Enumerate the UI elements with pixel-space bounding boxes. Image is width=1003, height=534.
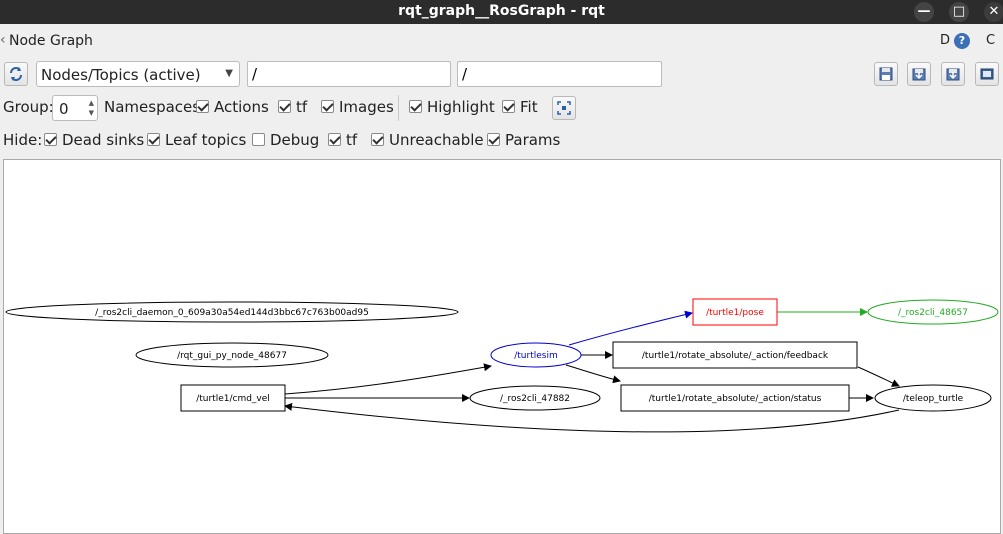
graph-node-label: /_ros2cli_48657 xyxy=(898,308,968,318)
params-checkbox[interactable] xyxy=(487,133,500,146)
graph-node-label: /_ros2cli_47882 xyxy=(500,394,570,404)
save-svg-button[interactable] xyxy=(941,62,965,86)
graph-mode-value: Nodes/Topics (active) xyxy=(41,66,201,84)
graph-node-rqtgui[interactable]: /rqt_gui_py_node_48677 xyxy=(135,342,329,368)
group-spinbox[interactable]: 0 ▲ ▼ xyxy=(52,95,98,121)
graph-node-label: /_ros2cli_daemon_0_609a30a54ed144d3bbc67… xyxy=(95,308,369,318)
help-icon[interactable]: ? xyxy=(954,33,970,49)
actions-label: Actions xyxy=(214,98,269,116)
graph-node-label: /turtle1/pose xyxy=(706,308,764,318)
graph-node-cmdvel[interactable]: /turtle1/cmd_vel xyxy=(180,384,286,412)
fit-label: Fit xyxy=(520,98,538,116)
d-button[interactable]: D xyxy=(940,33,950,48)
fit-checkbox[interactable] xyxy=(502,100,515,113)
graph-node-label: /turtlesim xyxy=(514,351,558,361)
params-label: Params xyxy=(505,131,561,149)
graph-node-pose[interactable]: /turtle1/pose xyxy=(692,298,778,326)
graph-node-daemon[interactable]: /_ros2cli_daemon_0_609a30a54ed144d3bbc67… xyxy=(5,301,459,323)
image-icon xyxy=(980,68,994,80)
plugin-title: Node Graph xyxy=(9,33,93,49)
fit-in-view-button[interactable] xyxy=(552,96,576,120)
save-svg-icon xyxy=(946,68,960,81)
refresh-button[interactable] xyxy=(4,62,28,86)
graph-node-label: /turtle1/rotate_absolute/_action/status xyxy=(649,394,822,404)
save-dot-icon xyxy=(912,68,926,81)
hide-tf-label: tf xyxy=(346,131,358,149)
images-checkbox[interactable] xyxy=(321,100,334,113)
graph-node-ros2cli48657[interactable]: /_ros2cli_48657 xyxy=(867,299,999,325)
leaf-topics-label: Leaf topics xyxy=(165,131,247,149)
group-value: 0 xyxy=(59,100,69,118)
save-dot-button[interactable] xyxy=(907,62,931,86)
chevron-left-icon[interactable]: ‹ xyxy=(0,32,6,48)
debug-checkbox[interactable] xyxy=(252,133,265,146)
graph-node-feedback[interactable]: /turtle1/rotate_absolute/_action/feedbac… xyxy=(612,341,858,369)
unreachable-label: Unreachable xyxy=(389,131,484,149)
separator xyxy=(398,95,399,121)
spin-down-icon[interactable]: ▼ xyxy=(89,109,94,117)
unreachable-checkbox[interactable] xyxy=(371,133,384,146)
save-image-button[interactable] xyxy=(975,62,999,86)
hide-tf-checkbox[interactable] xyxy=(328,133,341,146)
load-dot-button[interactable] xyxy=(874,62,898,86)
edge-turtlesim-to-pose xyxy=(568,310,693,346)
hide-row: Hide: Dead sinks Leaf topics Debug tf Un… xyxy=(0,129,1003,153)
graph-node-label: /teleop_turtle xyxy=(903,394,964,404)
edge-feedback-to-teleop xyxy=(857,366,900,387)
graph-node-ros2cli47882[interactable]: /_ros2cli_47882 xyxy=(469,385,601,411)
debug-label: Debug xyxy=(270,131,320,149)
highlight-label: Highlight xyxy=(427,98,495,116)
fit-view-icon xyxy=(557,101,571,115)
window-title: rqt_graph__RosGraph - rqt xyxy=(398,3,605,19)
graph-node-status[interactable]: /turtle1/rotate_absolute/_action/status xyxy=(620,384,850,412)
edge-cmdvel-to-turtlesim xyxy=(284,363,492,395)
tf-label: tf xyxy=(296,98,308,116)
options-row: Group: 0 ▲ ▼ Namespaces Actions tf Image… xyxy=(0,95,1003,121)
graph-svg: /_ros2cli_daemon_0_609a30a54ed144d3bbc67… xyxy=(5,298,999,433)
spin-up-icon[interactable]: ▲ xyxy=(89,99,94,107)
plugin-header: ‹ Node Graph D ? C xyxy=(0,30,1003,54)
window-titlebar: rqt_graph__RosGraph - rqt — □ ✕ xyxy=(0,0,1003,24)
dead-sinks-label: Dead sinks xyxy=(62,131,145,149)
images-label: Images xyxy=(339,98,394,116)
refresh-icon xyxy=(10,67,22,81)
exclude-filter-input[interactable] xyxy=(457,61,662,87)
include-filter-input[interactable] xyxy=(247,61,451,87)
hide-label: Hide: xyxy=(3,131,43,149)
actions-checkbox[interactable] xyxy=(196,100,209,113)
highlight-checkbox[interactable] xyxy=(409,100,422,113)
maximize-button[interactable]: □ xyxy=(949,2,969,22)
graph-node-turtlesim[interactable]: /turtlesim xyxy=(490,342,582,368)
minimize-button[interactable]: — xyxy=(914,2,934,22)
close-button[interactable]: ✕ xyxy=(984,2,1003,22)
close-plugin-button[interactable]: C xyxy=(986,33,995,48)
graph-node-teleop[interactable]: /teleop_turtle xyxy=(874,384,992,412)
group-label: Group: xyxy=(3,98,54,116)
dead-sinks-checkbox[interactable] xyxy=(44,133,57,146)
namespaces-label: Namespaces xyxy=(104,98,201,116)
chevron-down-icon: ▼ xyxy=(225,68,233,79)
edge-turtlesim-to-status xyxy=(565,364,621,384)
graph-node-label: /rqt_gui_py_node_48677 xyxy=(177,351,287,361)
leaf-topics-checkbox[interactable] xyxy=(147,133,160,146)
graph-node-label: /turtle1/cmd_vel xyxy=(196,394,270,404)
tf-checkbox[interactable] xyxy=(278,100,291,113)
graph-canvas[interactable]: /_ros2cli_daemon_0_609a30a54ed144d3bbc67… xyxy=(3,159,1001,534)
floppy-icon xyxy=(879,67,893,81)
graph-node-label: /turtle1/rotate_absolute/_action/feedbac… xyxy=(642,351,829,361)
graph-mode-select[interactable]: Nodes/Topics (active) ▼ xyxy=(36,61,240,87)
toolbar-row: Nodes/Topics (active) ▼ xyxy=(0,61,1003,89)
